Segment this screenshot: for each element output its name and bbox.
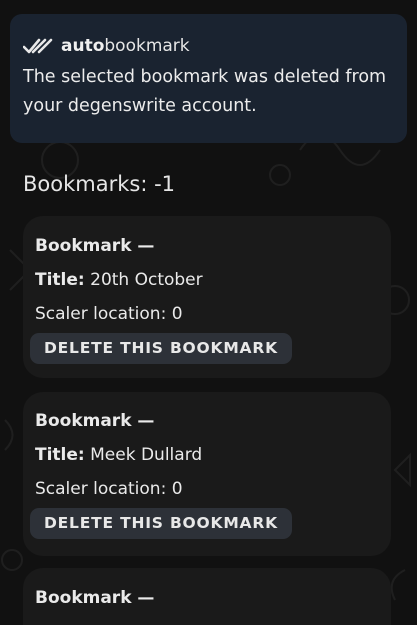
scaler-value: 0 [171,479,183,499]
bookmark-card: Bookmark — Title: 20th October Scaler lo… [23,216,391,378]
scaler-label: Scaler location: [35,479,167,499]
double-check-icon [23,38,53,54]
bookmark-heading: Bookmark — [35,236,155,256]
title-value: Meek Dullard [90,445,203,465]
title-label: Title: [35,445,85,465]
bookmark-heading: Bookmark — [35,411,155,431]
bookmark-card: Bookmark — Title: Meek Dullard Scaler lo… [23,392,391,556]
brand-name-light: bookmark [104,36,190,56]
brand-name-bold: auto [61,36,105,56]
scaler-value: 0 [171,304,183,324]
bookmark-title-line: Title: Meek Dullard [35,438,379,472]
scaler-label: Scaler location: [35,304,167,324]
bookmark-heading: Bookmark — [35,588,155,608]
title-value: 20th October [90,270,203,290]
bookmark-scaler-line: Scaler location: 0 [35,472,379,506]
deletion-notice: auto bookmark The selected bookmark was d… [10,14,407,143]
notice-message: The selected bookmark was deleted from y… [23,67,387,116]
title-label: Title: [35,270,85,290]
brand: auto bookmark [23,34,394,58]
bookmark-scaler-line: Scaler location: 0 [35,297,379,331]
bookmark-card: Bookmark — [23,568,391,625]
bookmark-title-line: Title: 20th October [35,263,379,297]
delete-bookmark-button[interactable]: DELETE THIS BOOKMARK [30,333,292,364]
bookmarks-count: Bookmarks: -1 [23,172,176,196]
delete-bookmark-button[interactable]: DELETE THIS BOOKMARK [30,508,292,539]
